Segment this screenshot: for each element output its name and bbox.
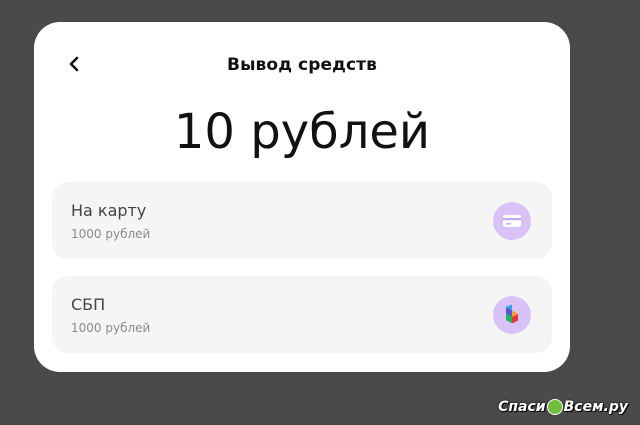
option-to-card[interactable]: На карту 1000 рублей (52, 182, 552, 259)
credit-card-icon (493, 202, 531, 240)
watermark-logo-icon (546, 399, 563, 415)
sbp-logo-icon (493, 296, 531, 334)
option-sbp-limit: 1000 рублей (71, 321, 151, 335)
option-sbp-label: СБП (71, 295, 106, 314)
option-to-card-limit: 1000 рублей (71, 227, 151, 241)
page-title: Вывод средств (227, 55, 377, 75)
option-sbp[interactable]: СБП 1000 рублей (52, 276, 552, 353)
withdraw-dialog: Вывод средств 10 рублей На карту 1000 ру… (34, 22, 570, 372)
withdraw-amount: 10 рублей (173, 104, 431, 160)
watermark-right: Всем.ру (563, 399, 628, 415)
app-screen: Вывод средств 10 рублей На карту 1000 ру… (0, 0, 640, 425)
site-watermark: Спаси Всем.ру (498, 399, 628, 415)
option-to-card-label: На карту (71, 201, 147, 220)
watermark-left: Спаси (498, 399, 546, 415)
